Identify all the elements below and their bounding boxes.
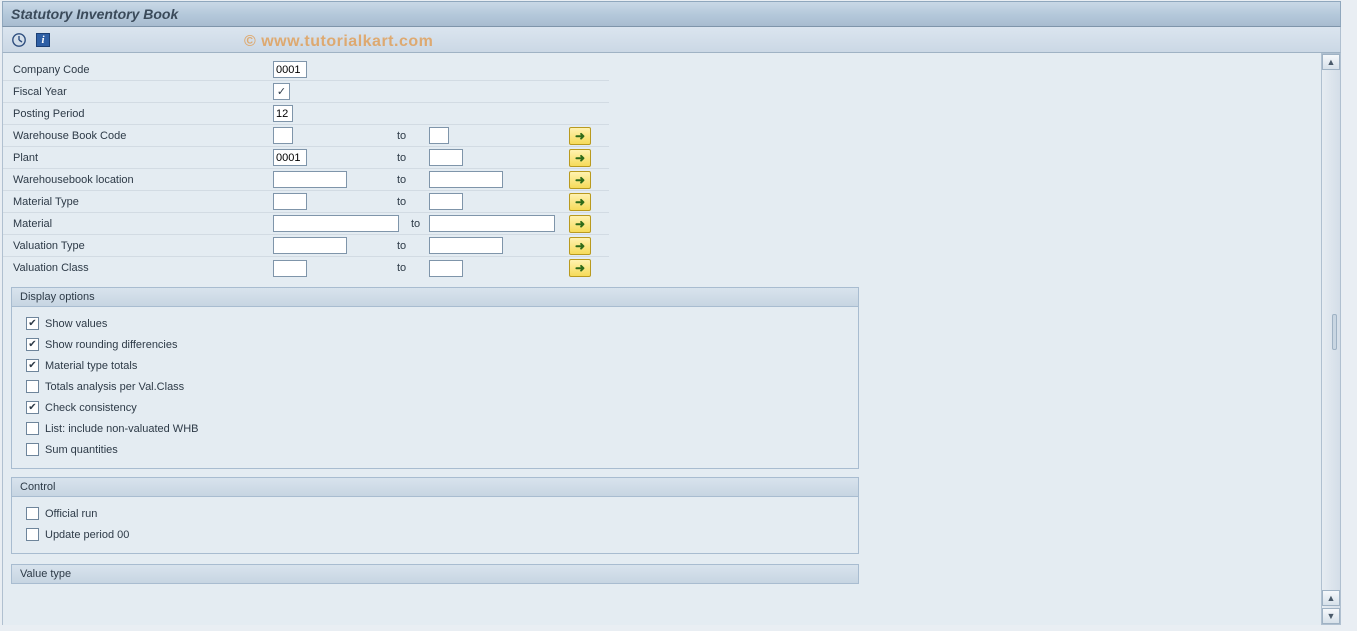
whb-code-from-input[interactable] xyxy=(273,127,293,144)
whb-location-row: Warehousebook location to ➜ xyxy=(3,169,1321,191)
sum-quantities-checkbox[interactable] xyxy=(26,443,39,456)
update-period-00-label: Update period 00 xyxy=(45,529,129,541)
company-code-input[interactable] xyxy=(273,61,307,78)
show-rounding-diff-checkbox[interactable] xyxy=(26,338,39,351)
arrow-right-icon: ➜ xyxy=(575,173,585,187)
posting-period-input[interactable] xyxy=(273,105,293,122)
material-row: Material to ➜ xyxy=(3,213,1321,235)
application-toolbar: i xyxy=(2,27,1341,53)
whb-location-to-input[interactable] xyxy=(429,171,503,188)
valuation-type-row: Valuation Type to ➜ xyxy=(3,235,1321,257)
totals-val-class-checkbox[interactable] xyxy=(26,380,39,393)
valuation-type-from-input[interactable] xyxy=(273,237,347,254)
arrow-right-icon: ➜ xyxy=(575,261,585,275)
control-title: Control xyxy=(12,478,858,497)
valuation-class-multi-select-button[interactable]: ➜ xyxy=(569,259,591,277)
whb-code-to-input[interactable] xyxy=(429,127,449,144)
material-to-label: to xyxy=(407,213,429,235)
material-type-label: Material Type xyxy=(3,191,273,213)
arrow-right-icon: ➜ xyxy=(575,195,585,209)
whb-location-from-input[interactable] xyxy=(273,171,347,188)
valuation-class-to-input[interactable] xyxy=(429,260,463,277)
whb-location-multi-select-button[interactable]: ➜ xyxy=(569,171,591,189)
page-title-bar: Statutory Inventory Book xyxy=(2,1,1341,27)
plant-to-input[interactable] xyxy=(429,149,463,166)
whb-code-to-label: to xyxy=(393,125,429,147)
information-icon[interactable]: i xyxy=(33,31,53,49)
company-code-label: Company Code xyxy=(3,59,273,81)
fiscal-year-label: Fiscal Year xyxy=(3,81,273,103)
scroll-down-icon[interactable]: ▼ xyxy=(1322,608,1340,624)
material-from-input[interactable] xyxy=(273,215,399,232)
totals-val-class-label: Totals analysis per Val.Class xyxy=(45,381,184,393)
whb-code-label: Warehouse Book Code xyxy=(3,125,273,147)
company-code-row: Company Code xyxy=(3,59,1321,81)
arrow-right-icon: ➜ xyxy=(575,151,585,165)
plant-label: Plant xyxy=(3,147,273,169)
arrow-right-icon: ➜ xyxy=(575,217,585,231)
material-type-multi-select-button[interactable]: ➜ xyxy=(569,193,591,211)
plant-row: Plant to ➜ xyxy=(3,147,1321,169)
material-label: Material xyxy=(3,213,273,235)
valuation-type-to-label: to xyxy=(393,235,429,257)
check-consistency-label: Check consistency xyxy=(45,402,137,414)
whb-location-label: Warehousebook location xyxy=(3,169,273,191)
material-type-from-input[interactable] xyxy=(273,193,307,210)
display-options-title: Display options xyxy=(12,288,858,307)
whb-code-row: Warehouse Book Code to ➜ xyxy=(3,125,1321,147)
check-consistency-checkbox[interactable] xyxy=(26,401,39,414)
valuation-class-row: Valuation Class to ➜ xyxy=(3,257,1321,279)
display-options-group: Display options Show values Show roundin… xyxy=(11,287,859,469)
update-period-00-checkbox[interactable] xyxy=(26,528,39,541)
valuation-type-label: Valuation Type xyxy=(3,235,273,257)
material-type-to-input[interactable] xyxy=(429,193,463,210)
plant-multi-select-button[interactable]: ➜ xyxy=(569,149,591,167)
scroll-up-small-icon[interactable]: ▲ xyxy=(1322,590,1340,606)
whb-location-to-label: to xyxy=(393,169,429,191)
material-type-row: Material Type to ➜ xyxy=(3,191,1321,213)
official-run-checkbox[interactable] xyxy=(26,507,39,520)
valuation-class-from-input[interactable] xyxy=(273,260,307,277)
sum-quantities-label: Sum quantities xyxy=(45,444,118,456)
control-group: Control Official run Update period 00 xyxy=(11,477,859,554)
plant-from-input[interactable] xyxy=(273,149,307,166)
include-non-valuated-whb-label: List: include non-valuated WHB xyxy=(45,423,198,435)
valuation-class-label: Valuation Class xyxy=(3,257,273,279)
material-type-to-label: to xyxy=(393,191,429,213)
page-title: Statutory Inventory Book xyxy=(11,6,178,22)
value-type-group-header: Value type xyxy=(11,564,859,584)
official-run-label: Official run xyxy=(45,508,97,520)
material-to-input[interactable] xyxy=(429,215,555,232)
arrow-right-icon: ➜ xyxy=(575,129,585,143)
material-multi-select-button[interactable]: ➜ xyxy=(569,215,591,233)
posting-period-label: Posting Period xyxy=(3,103,273,125)
selection-screen: Company Code Fiscal Year ✓ Posting Perio… xyxy=(2,53,1322,625)
scroll-up-icon[interactable]: ▲ xyxy=(1322,54,1340,70)
material-type-totals-label: Material type totals xyxy=(45,360,137,372)
fiscal-year-row: Fiscal Year ✓ xyxy=(3,81,1321,103)
show-rounding-diff-label: Show rounding differencies xyxy=(45,339,178,351)
material-type-totals-checkbox[interactable] xyxy=(26,359,39,372)
posting-period-row: Posting Period xyxy=(3,103,1321,125)
show-values-label: Show values xyxy=(45,318,107,330)
show-values-checkbox[interactable] xyxy=(26,317,39,330)
valuation-type-to-input[interactable] xyxy=(429,237,503,254)
valuation-type-multi-select-button[interactable]: ➜ xyxy=(569,237,591,255)
scroll-grip[interactable] xyxy=(1332,314,1337,350)
valuation-class-to-label: to xyxy=(393,257,429,279)
fiscal-year-check[interactable]: ✓ xyxy=(273,83,290,100)
execute-icon[interactable] xyxy=(9,31,29,49)
include-non-valuated-whb-checkbox[interactable] xyxy=(26,422,39,435)
whb-code-multi-select-button[interactable]: ➜ xyxy=(569,127,591,145)
arrow-right-icon: ➜ xyxy=(575,239,585,253)
vertical-scrollbar[interactable]: ▲ ▲ ▼ xyxy=(1322,53,1341,625)
plant-to-label: to xyxy=(393,147,429,169)
